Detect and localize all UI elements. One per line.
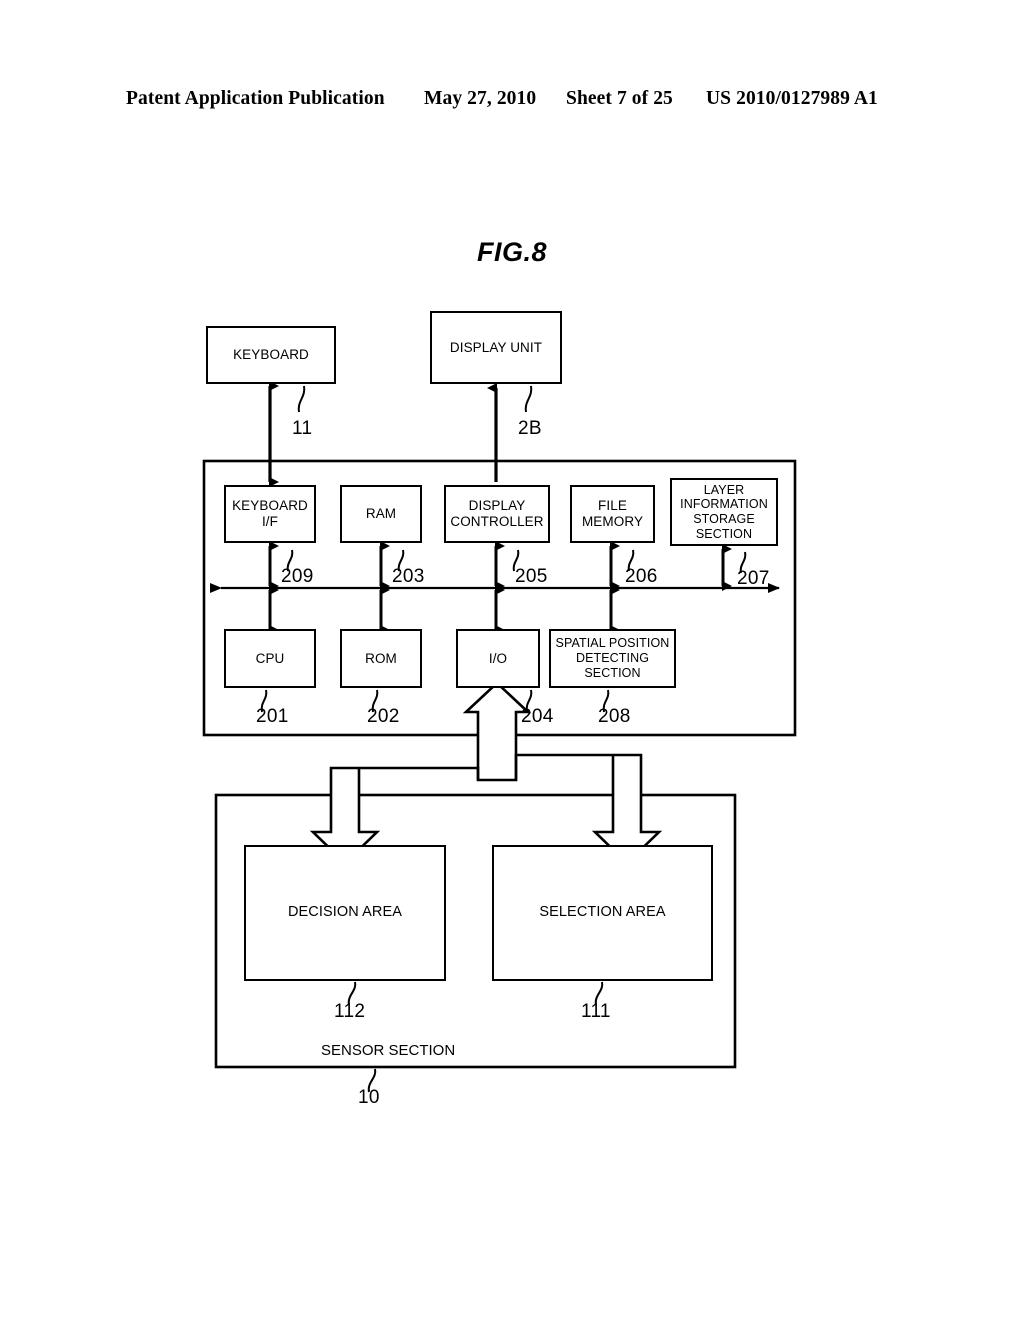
- box-keyboard-label: KEYBOARD: [233, 347, 309, 363]
- refnum-209: 209: [281, 566, 314, 587]
- sensor-section-label: SENSOR SECTION: [321, 1042, 456, 1059]
- box-spatial-position-detecting-section-label: SPATIAL POSITION DETECTING SECTION: [555, 636, 670, 680]
- box-io[interactable]: I/O: [456, 629, 540, 688]
- figure-title: FIG.8: [476, 237, 547, 267]
- box-file-memory[interactable]: FILE MEMORY: [570, 485, 655, 543]
- refnum-2b: 2B: [518, 418, 542, 439]
- box-layer-information-storage-section-label: LAYER INFORMATION STORAGE SECTION: [680, 482, 768, 541]
- box-keyboard-if[interactable]: KEYBOARD I/F: [224, 485, 316, 543]
- leadline-ref-11: [297, 385, 306, 413]
- patent-number: US 2010/0127989 A1: [706, 88, 878, 109]
- box-display-controller-label: DISPLAY CONTROLLER: [450, 498, 544, 529]
- box-cpu[interactable]: CPU: [224, 629, 316, 688]
- refnum-206: 206: [625, 566, 658, 587]
- refnum-11: 11: [292, 418, 313, 439]
- refnum-208: 208: [598, 706, 631, 727]
- refnum-204: 204: [521, 706, 554, 727]
- box-selection-area-label: SELECTION AREA: [539, 904, 666, 921]
- box-ram[interactable]: RAM: [340, 485, 422, 543]
- refnum-112: 112: [334, 1001, 366, 1022]
- refnum-201: 201: [256, 706, 289, 727]
- hollow-arrow-io-input: [462, 681, 532, 782]
- box-keyboard-if-label: KEYBOARD I/F: [232, 498, 308, 529]
- box-rom-label: ROM: [365, 650, 397, 666]
- box-rom[interactable]: ROM: [340, 629, 422, 688]
- box-display-unit[interactable]: DISPLAY UNIT: [430, 311, 562, 384]
- box-spatial-position-detecting-section[interactable]: SPATIAL POSITION DETECTING SECTION: [549, 629, 676, 688]
- box-file-memory-label: FILE MEMORY: [581, 498, 644, 529]
- box-keyboard[interactable]: KEYBOARD: [206, 326, 336, 384]
- leadline-ref-2b: [524, 385, 533, 413]
- box-display-unit-label: DISPLAY UNIT: [449, 339, 543, 355]
- patent-drawing-page: Patent Application Publication May 27, 2…: [0, 0, 1024, 1320]
- refnum-203: 203: [392, 566, 425, 587]
- box-io-label: I/O: [488, 650, 508, 666]
- box-decision-area[interactable]: DECISION AREA: [244, 845, 446, 981]
- refnum-10: 10: [358, 1087, 380, 1108]
- publication-date: May 27, 2010: [424, 88, 537, 109]
- box-layer-information-storage-section[interactable]: LAYER INFORMATION STORAGE SECTION: [670, 478, 778, 546]
- refnum-202: 202: [367, 706, 400, 727]
- refnum-111: 111: [581, 1001, 611, 1022]
- refnum-205: 205: [515, 566, 548, 587]
- box-decision-area-label: DECISION AREA: [287, 904, 403, 921]
- refnum-207: 207: [737, 568, 770, 589]
- box-ram-label: RAM: [365, 506, 397, 522]
- sheet-number: Sheet 7 of 25: [566, 88, 673, 109]
- box-selection-area[interactable]: SELECTION AREA: [492, 845, 713, 981]
- box-display-controller[interactable]: DISPLAY CONTROLLER: [444, 485, 550, 543]
- box-cpu-label: CPU: [255, 650, 285, 666]
- publication-label: Patent Application Publication: [126, 88, 385, 109]
